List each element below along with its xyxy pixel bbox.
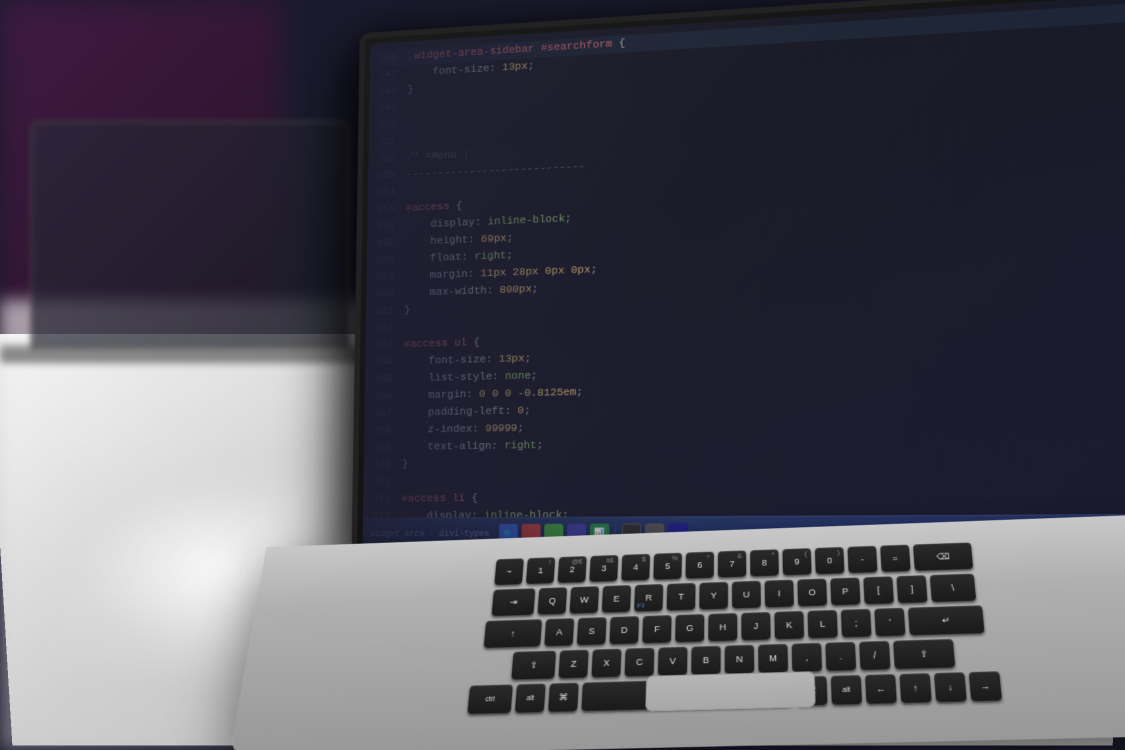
- key-e[interactable]: E: [602, 585, 631, 612]
- line-number: 348: [373, 82, 407, 101]
- key-9[interactable]: 9(: [782, 548, 811, 575]
- line-number: 358: [370, 251, 405, 269]
- line-number: 371: [367, 474, 402, 492]
- key-2[interactable]: 2@€: [558, 556, 587, 583]
- key-y[interactable]: Y: [699, 582, 728, 610]
- key-bracket-right[interactable]: ]: [896, 575, 927, 603]
- line-number: 361: [370, 302, 405, 320]
- line-number: 350: [372, 116, 406, 135]
- key-f[interactable]: F: [642, 615, 671, 643]
- key-semicolon[interactable]: ;: [841, 609, 872, 637]
- key-6[interactable]: 6^: [685, 552, 713, 579]
- key-bracket-left[interactable]: [: [863, 576, 894, 604]
- key-comma[interactable]: ,: [792, 643, 822, 672]
- key-k[interactable]: K: [774, 611, 804, 639]
- key-s[interactable]: S: [577, 617, 607, 645]
- key-equals[interactable]: =: [880, 545, 911, 572]
- line-number: 353: [372, 167, 407, 185]
- laptop-screen-bezel: 346 .widget-area-sidebar #searchform { 3…: [351, 0, 1125, 560]
- key-cmd[interactable]: ⌘: [548, 683, 579, 712]
- line-number: 357: [371, 234, 406, 252]
- line-number: 366: [368, 388, 403, 406]
- key-arrow-up[interactable]: ↑: [899, 673, 931, 703]
- key-d[interactable]: D: [609, 616, 639, 644]
- key-z[interactable]: Z: [558, 650, 588, 679]
- line-number: 346: [374, 49, 408, 68]
- key-u[interactable]: U: [732, 581, 761, 609]
- key-b[interactable]: B: [691, 646, 720, 675]
- key-shift-right[interactable]: ⇧: [893, 639, 955, 669]
- key-a[interactable]: A: [544, 618, 574, 646]
- key-tilde[interactable]: ~: [494, 558, 524, 585]
- key-j[interactable]: J: [741, 612, 770, 640]
- line-number: 373: [366, 508, 401, 518]
- key-alt-right[interactable]: alt: [831, 675, 862, 705]
- key-arrow-right[interactable]: →: [969, 671, 1002, 701]
- line-number: 359: [370, 268, 405, 286]
- key-o[interactable]: O: [797, 579, 827, 607]
- key-r[interactable]: R F3: [634, 584, 663, 611]
- key-g[interactable]: G: [675, 614, 704, 642]
- line-number: 367: [368, 405, 403, 423]
- line-number: 363: [369, 337, 404, 355]
- key-backspace[interactable]: ⌫: [913, 542, 973, 570]
- key-p[interactable]: P: [830, 577, 860, 605]
- key-8[interactable]: 8*: [750, 549, 779, 576]
- key-shift-left[interactable]: ⇧: [511, 651, 556, 680]
- line-number: 369: [368, 439, 403, 457]
- key-w[interactable]: W: [570, 586, 600, 613]
- touchpad[interactable]: [645, 671, 816, 711]
- code-editor[interactable]: 346 .widget-area-sidebar #searchform { 3…: [362, 0, 1125, 549]
- line-number: 347: [373, 66, 407, 85]
- keyboard-area: ~ 1! 2@€ 3#£ 4$ 5% 6^ 7& 8* 9( 0) - = ⌫: [313, 529, 1125, 735]
- scene: 346 .widget-area-sidebar #searchform { 3…: [0, 0, 1125, 750]
- key-5[interactable]: 5%: [653, 553, 682, 580]
- key-slash[interactable]: /: [859, 641, 890, 670]
- key-tab[interactable]: ⇥: [492, 588, 536, 616]
- line-number: 352: [372, 150, 407, 169]
- key-enter[interactable]: ↵: [908, 605, 985, 635]
- key-backslash[interactable]: \: [930, 574, 976, 602]
- key-3[interactable]: 3#£: [589, 555, 618, 582]
- key-l[interactable]: L: [808, 610, 838, 638]
- key-alt-left[interactable]: alt: [515, 684, 546, 713]
- key-arrow-down[interactable]: ↓: [934, 672, 967, 702]
- key-i[interactable]: I: [765, 580, 794, 608]
- line-number: 370: [367, 457, 402, 475]
- line-number: 368: [368, 422, 403, 440]
- key-t[interactable]: T: [667, 583, 696, 611]
- key-quote[interactable]: ': [874, 608, 905, 636]
- key-c[interactable]: C: [625, 648, 655, 677]
- key-minus[interactable]: -: [847, 546, 877, 573]
- key-1[interactable]: 1!: [526, 557, 555, 584]
- line-number: 362: [369, 320, 404, 338]
- key-h[interactable]: H: [708, 613, 737, 641]
- key-4[interactable]: 4$: [621, 554, 650, 581]
- laptop-screen: 346 .widget-area-sidebar #searchform { 3…: [362, 0, 1125, 549]
- key-m[interactable]: M: [758, 644, 788, 673]
- key-caps[interactable]: ↑: [484, 619, 542, 648]
- line-number: 351: [372, 133, 406, 152]
- line-number: 354: [371, 184, 406, 202]
- key-7[interactable]: 7&: [718, 550, 746, 577]
- key-period[interactable]: .: [825, 642, 856, 671]
- key-ctrl[interactable]: ctrl: [467, 684, 513, 713]
- line-number: 372: [367, 491, 402, 508]
- code-lines-area: 346 .widget-area-sidebar #searchform { 3…: [363, 0, 1125, 518]
- key-0[interactable]: 0): [815, 547, 845, 574]
- key-v[interactable]: V: [658, 647, 688, 676]
- line-number: 356: [371, 218, 406, 236]
- key-x[interactable]: X: [591, 649, 621, 678]
- line-number: 364: [369, 354, 404, 372]
- key-arrow-left[interactable]: ←: [865, 674, 897, 704]
- main-laptop: 346 .widget-area-sidebar #searchform { 3…: [250, 0, 1125, 750]
- line-number: 360: [370, 285, 405, 303]
- taskbar-text: widget arcs · divi-types: [370, 528, 490, 538]
- laptop-base: ~ 1! 2@€ 3#£ 4$ 5% 6^ 7& 8* 9( 0) - = ⌫: [229, 512, 1125, 750]
- line-number: 355: [371, 201, 406, 219]
- key-n[interactable]: N: [725, 645, 754, 674]
- key-q[interactable]: Q: [537, 587, 567, 614]
- line-number: 365: [369, 371, 404, 389]
- line-number: 349: [373, 99, 407, 118]
